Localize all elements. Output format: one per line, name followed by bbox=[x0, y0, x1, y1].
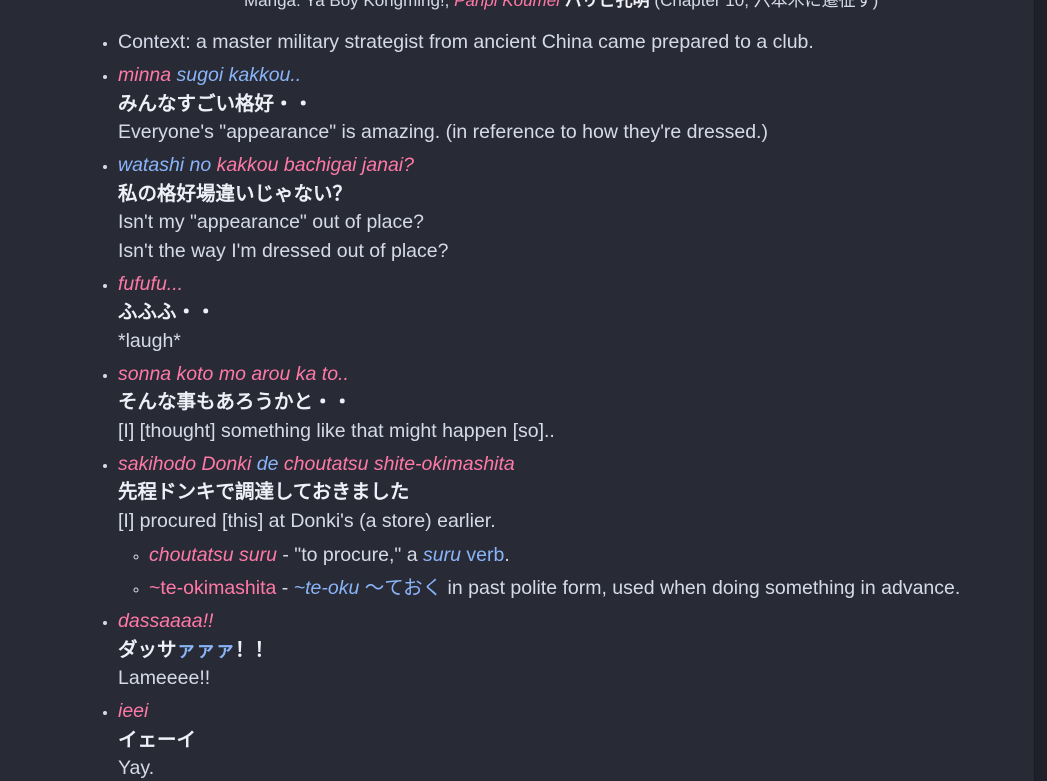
note-dash: - bbox=[276, 544, 295, 566]
romaji-line: dassaaaa!! bbox=[118, 607, 1018, 636]
list-item: dassaaaa!! ダッサァァァ！！ Lameeee!! bbox=[118, 607, 1018, 693]
romaji-word: fufufu... bbox=[118, 272, 184, 295]
note-term-link[interactable]: 〜ておく bbox=[359, 577, 442, 599]
source-line: Manga: Ya Boy Kongming!, Paripi Koumei パ… bbox=[244, 0, 878, 11]
romaji-line: ieei bbox=[118, 697, 1018, 726]
romaji-word: choutatsu shite-okimashita bbox=[283, 452, 515, 475]
list-item: watashi no kakkou bachigai janai? 私の格好場違… bbox=[118, 151, 1018, 265]
romaji-word: sonna koto mo arou ka to.. bbox=[118, 362, 349, 385]
romaji-word: watashi bbox=[118, 154, 185, 176]
translation-line: [I] [thought] something like that might … bbox=[118, 419, 555, 442]
jp-fragment: ダッサ bbox=[118, 638, 177, 661]
romaji-word: kakkou.. bbox=[228, 64, 302, 86]
romaji-word: kakkou bachigai janai? bbox=[216, 154, 414, 176]
context-item: Context: a master military strategist fr… bbox=[118, 28, 1018, 57]
romaji-word: minna bbox=[118, 64, 172, 86]
translation-line: *laugh* bbox=[118, 329, 181, 352]
scrollbar-track[interactable] bbox=[1034, 0, 1047, 781]
source-prefix: Manga: Ya Boy Kongming!, bbox=[244, 0, 450, 10]
jp-fragment: ！！ bbox=[235, 638, 275, 661]
note-term-link[interactable]: ~te-okimashita bbox=[149, 577, 276, 599]
note-term-link[interactable]: verb bbox=[461, 544, 504, 566]
note-term-link[interactable]: suru bbox=[423, 544, 461, 566]
romaji-word: ieei bbox=[118, 700, 149, 722]
list-item: sakihodo Donki de choutatsu shite-okimas… bbox=[118, 450, 1018, 603]
note-list: choutatsu suru - "to procure," a suru ve… bbox=[118, 541, 1018, 602]
translation-line: Everyone's "appearance" is amazing. (in … bbox=[118, 121, 768, 143]
japanese-line: イェーイ bbox=[118, 728, 197, 751]
japanese-line: そんな事もあろうかと・・ bbox=[118, 391, 353, 413]
list-item: sonna koto mo arou ka to.. そんな事もあろうかと・・ … bbox=[118, 360, 1018, 446]
note-text: in past polite form, used when doing som… bbox=[442, 577, 961, 599]
phrase-list: Context: a master military strategist fr… bbox=[0, 28, 1018, 781]
context-text: Context: a master military strategist fr… bbox=[118, 31, 814, 53]
note-term-link[interactable]: ~te-oku bbox=[294, 577, 360, 599]
translation-line: Yay. bbox=[118, 757, 155, 779]
translation-line: [I] procured [this] at Donki's (a store)… bbox=[118, 509, 496, 532]
romaji-line: minna sugoi kakkou.. bbox=[118, 61, 1018, 90]
page: Manga: Ya Boy Kongming!, Paripi Koumei パ… bbox=[0, 0, 1047, 781]
romaji-word: sugoi bbox=[176, 64, 224, 86]
translation-line: Lameeee!! bbox=[118, 667, 211, 689]
note-dash: - bbox=[276, 577, 294, 599]
list-item: ieei イェーイ Yay. bbox=[118, 697, 1018, 781]
romaji-line: sonna koto mo arou ka to.. bbox=[118, 360, 1018, 389]
japanese-line: ふふふ・・ bbox=[118, 301, 216, 323]
note-item: choutatsu suru - "to procure," a suru ve… bbox=[149, 541, 1018, 569]
list-item: fufufu... ふふふ・・ *laugh* bbox=[118, 270, 1018, 356]
japanese-line: 私の格好場違いじゃない？ bbox=[118, 182, 353, 205]
note-item: ~te-okimashita - ~te-oku 〜ておく in past po… bbox=[149, 574, 1018, 602]
source-chapter: (Chapter 10, 六本木に遷征す) bbox=[654, 0, 879, 10]
japanese-line: みんなすごい格好・・ bbox=[118, 92, 314, 115]
note-text: "to procure," a bbox=[294, 544, 424, 566]
romaji-line: sakihodo Donki de choutatsu shite-okimas… bbox=[118, 450, 1018, 479]
jp-fragment-highlight: ァァァ bbox=[176, 638, 236, 661]
romaji-word: dassaaaa!! bbox=[118, 610, 214, 632]
romaji-word: sakihodo Donki bbox=[118, 452, 252, 475]
list-item: minna sugoi kakkou.. みんなすごい格好・・ Everyone… bbox=[118, 61, 1018, 147]
note-term-link[interactable]: choutatsu suru bbox=[149, 544, 277, 566]
japanese-line: 先程ドンキで調達しておきました bbox=[118, 481, 410, 503]
source-jp-title: パリピ孔明 bbox=[564, 0, 650, 10]
romaji-word: no bbox=[189, 154, 212, 176]
source-romaji-title[interactable]: Paripi Koumei bbox=[454, 0, 560, 10]
romaji-line: watashi no kakkou bachigai janai? bbox=[118, 151, 1018, 180]
translation-line: Isn't the way I'm dressed out of place? bbox=[118, 239, 449, 262]
japanese-line: ダッサァァァ！！ bbox=[118, 636, 1018, 665]
romaji-word: de bbox=[256, 452, 279, 475]
romaji-line: fufufu... bbox=[118, 270, 1018, 299]
translation-line: Isn't my "appearance" out of place? bbox=[118, 211, 424, 233]
note-text: . bbox=[504, 544, 510, 566]
